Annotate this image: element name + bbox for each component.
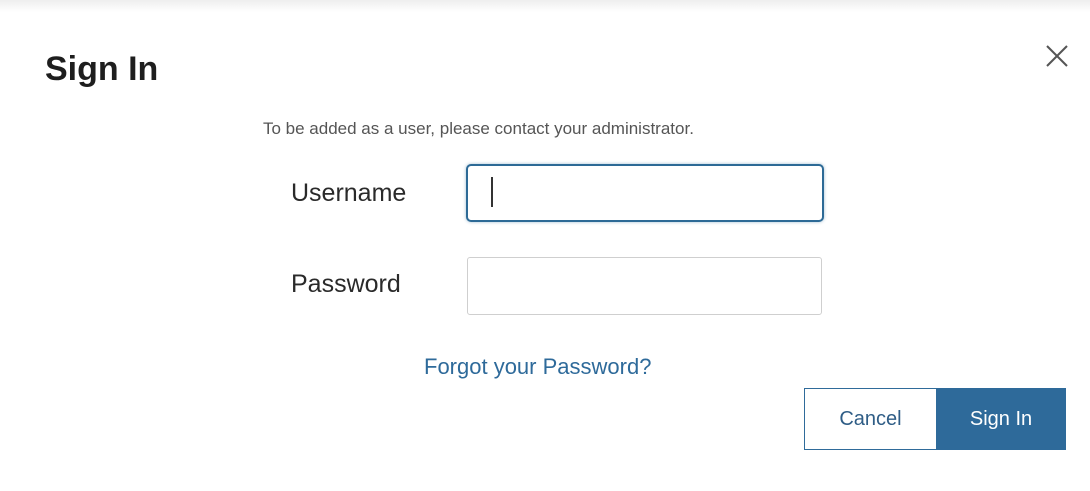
- username-label: Username: [291, 179, 407, 207]
- password-field[interactable]: [467, 257, 822, 315]
- dialog-title: Sign In: [45, 50, 159, 88]
- top-shadow: [0, 0, 1090, 12]
- username-field[interactable]: [466, 164, 824, 222]
- close-button[interactable]: [1042, 41, 1072, 71]
- forgot-password-link[interactable]: Forgot your Password?: [424, 352, 651, 382]
- sign-in-dialog: Sign In To be added as a user, please co…: [0, 0, 1090, 491]
- info-text: To be added as a user, please contact yo…: [263, 119, 694, 138]
- password-label: Password: [291, 270, 401, 298]
- text-caret: [491, 177, 493, 207]
- sign-in-button[interactable]: Sign In: [936, 388, 1066, 450]
- cancel-button[interactable]: Cancel: [804, 388, 936, 450]
- close-icon: [1046, 45, 1068, 67]
